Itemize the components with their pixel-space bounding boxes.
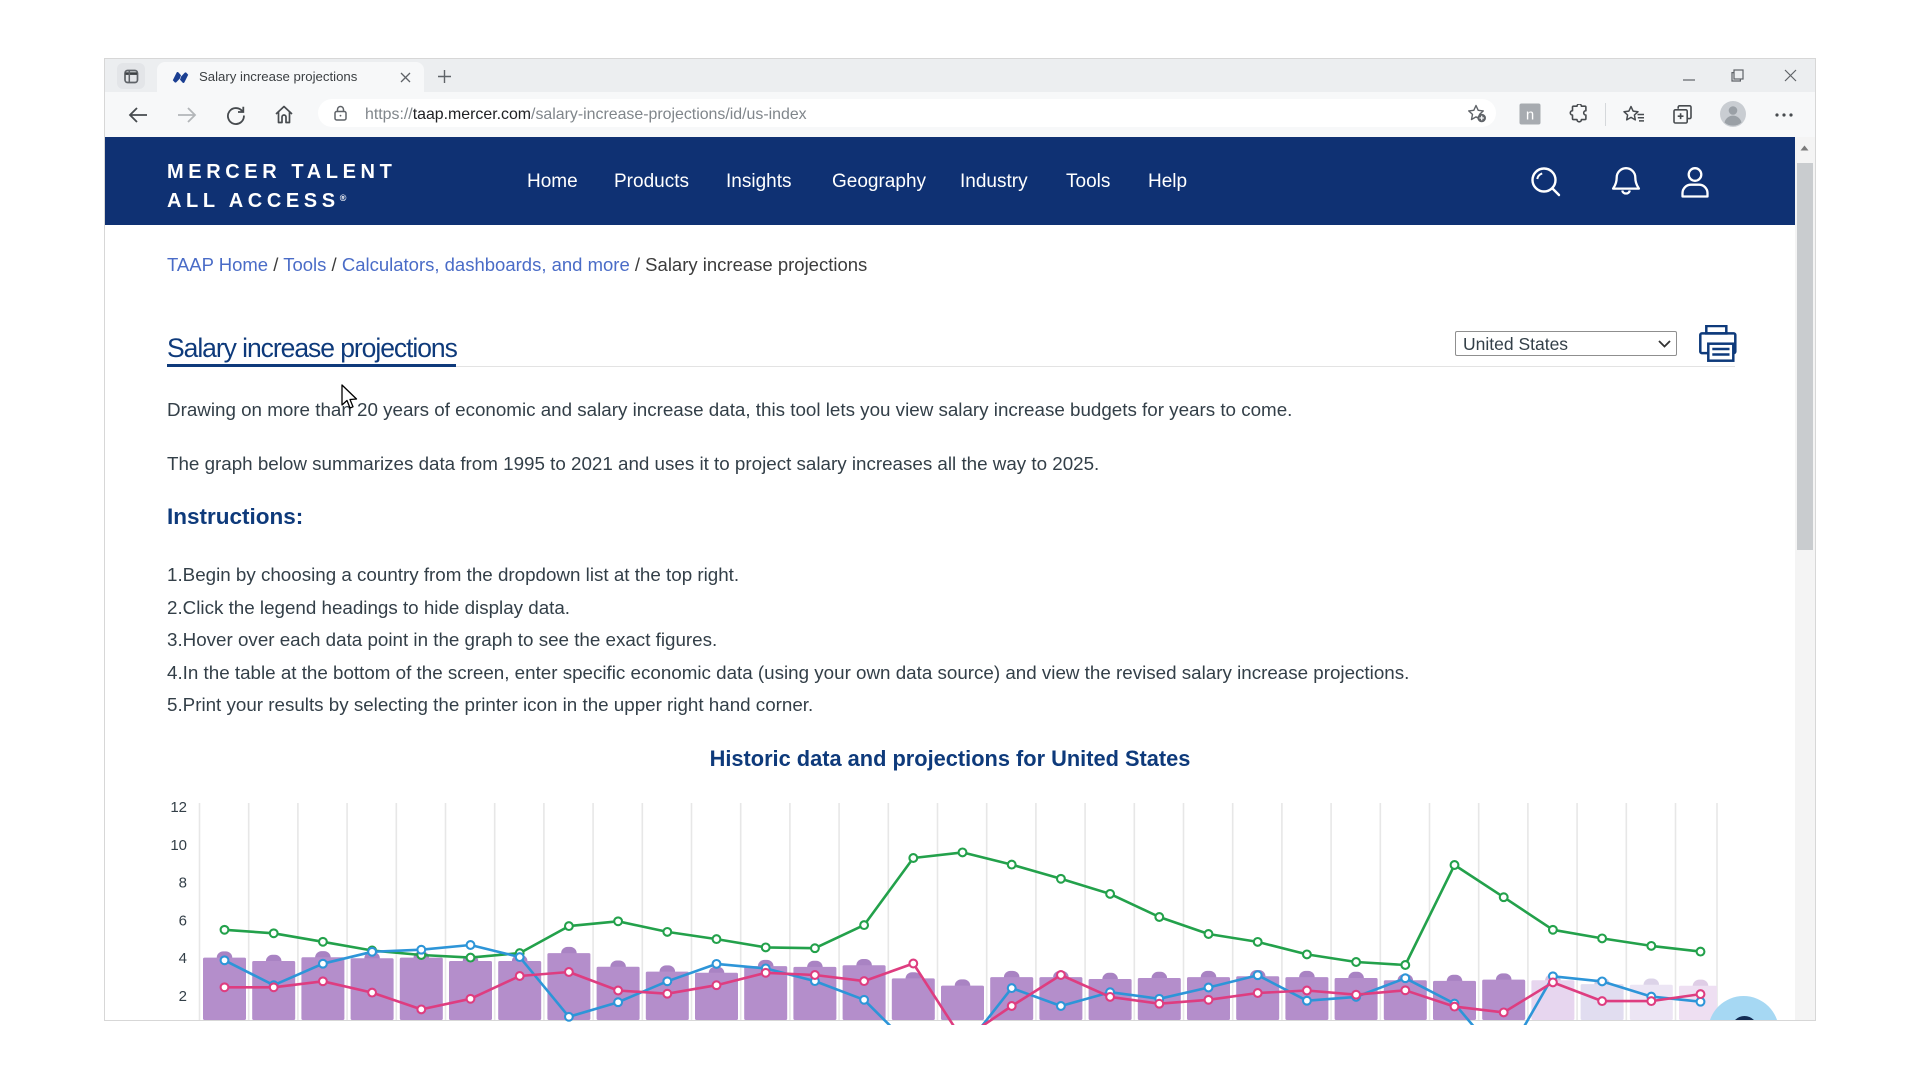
svg-text:12: 12: [170, 799, 187, 816]
svg-text:6: 6: [179, 912, 187, 929]
svg-text:n: n: [1526, 107, 1534, 124]
svg-text:8: 8: [179, 875, 187, 892]
svg-text:10: 10: [170, 837, 187, 854]
svg-text:2: 2: [179, 988, 187, 1005]
svg-text:4: 4: [179, 950, 187, 967]
